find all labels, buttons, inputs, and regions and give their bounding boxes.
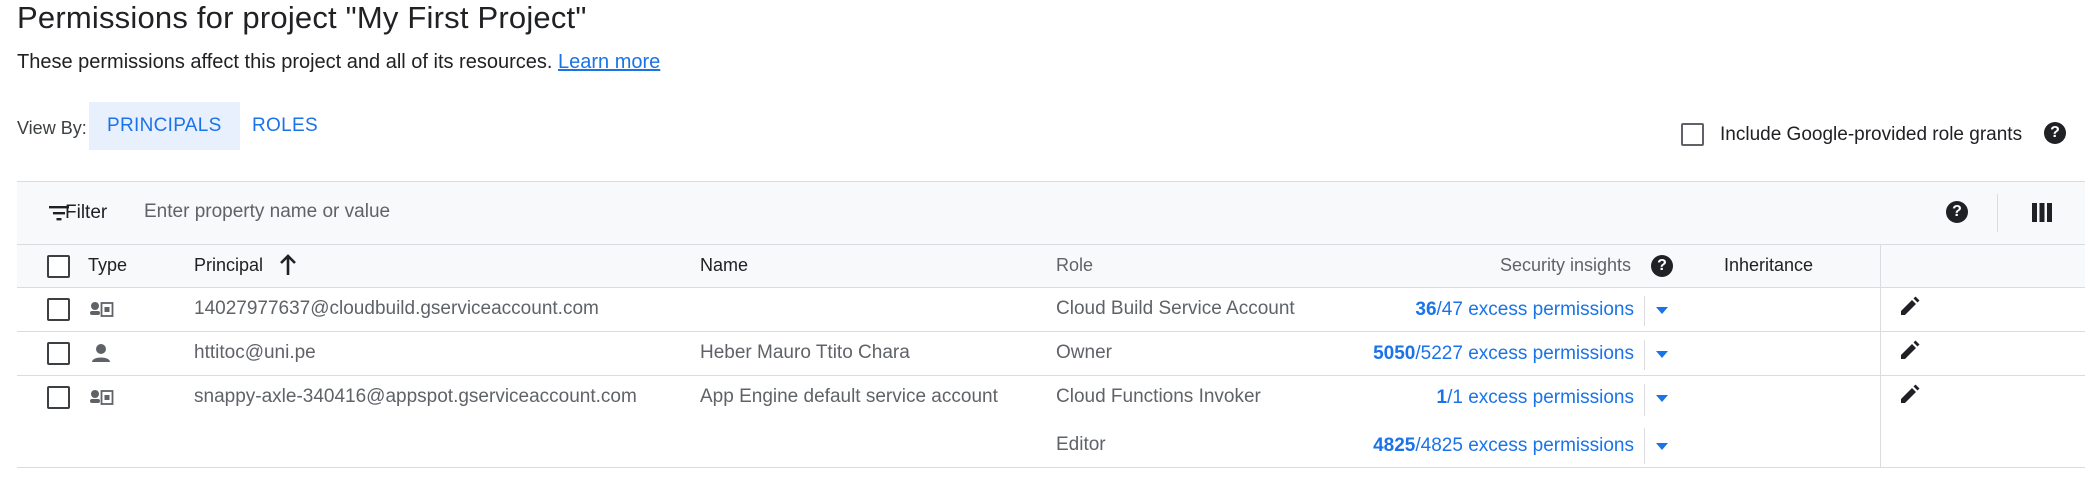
select-all-checkbox[interactable] xyxy=(47,255,70,278)
security-insight-link[interactable]: 1/1 excess permissions xyxy=(1437,387,1634,409)
filter-bar: Filter ? xyxy=(17,182,2085,244)
view-by-label: View By: xyxy=(17,118,87,138)
excess-total: /5227 excess permissions xyxy=(1415,343,1634,364)
toolbar-separator xyxy=(1997,194,1998,232)
principal-email: 14027977637@cloudbuild.gserviceaccount.c… xyxy=(194,298,599,319)
excess-total: /47 excess permissions xyxy=(1436,299,1634,320)
include-google-grants-checkbox[interactable] xyxy=(1681,123,1704,146)
chevron-down-icon[interactable] xyxy=(1656,395,1668,402)
excess-count: 36 xyxy=(1415,299,1437,320)
role-name: Cloud Functions Invoker xyxy=(1056,386,1261,407)
edit-icon[interactable] xyxy=(1898,384,1920,406)
insight-separator xyxy=(1644,296,1645,326)
table-row: httitoc@uni.pe Heber Mauro Ttito Chara O… xyxy=(17,332,2085,376)
security-insight-link[interactable]: 4825/4825 excess permissions xyxy=(1373,435,1634,457)
column-role[interactable]: Role xyxy=(1056,255,1093,276)
edit-icon[interactable] xyxy=(1898,296,1920,318)
person-icon xyxy=(92,344,110,362)
service-account-icon xyxy=(90,302,114,317)
column-principal[interactable]: Principal xyxy=(194,255,263,276)
principal-name: App Engine default service account xyxy=(700,386,998,407)
column-security-insights[interactable]: Security insights xyxy=(1500,255,1631,276)
insight-separator xyxy=(1644,428,1645,464)
filter-help-icon[interactable]: ? xyxy=(1946,201,1968,223)
service-account-icon xyxy=(90,390,114,405)
principal-email: httitoc@uni.pe xyxy=(194,342,316,363)
security-insights-help-icon[interactable]: ? xyxy=(1651,255,1673,277)
chevron-down-icon[interactable] xyxy=(1656,307,1668,314)
row-checkbox[interactable] xyxy=(47,342,70,365)
table-row: snappy-axle-340416@appspot.gserviceaccou… xyxy=(17,376,2085,468)
insight-separator xyxy=(1644,340,1645,370)
column-type[interactable]: Type xyxy=(88,255,127,276)
tab-principals[interactable]: PRINCIPALS xyxy=(89,102,240,150)
help-icon[interactable]: ? xyxy=(2044,122,2066,144)
sort-ascending-icon[interactable] xyxy=(279,254,297,276)
chevron-down-icon[interactable] xyxy=(1656,443,1668,450)
column-name[interactable]: Name xyxy=(700,255,748,276)
column-display-icon[interactable] xyxy=(2032,203,2052,222)
row-checkbox[interactable] xyxy=(47,298,70,321)
role-name: Owner xyxy=(1056,342,1112,363)
excess-count: 5050 xyxy=(1373,343,1416,364)
role-name: Editor xyxy=(1056,434,1106,455)
table-row: 14027977637@cloudbuild.gserviceaccount.c… xyxy=(17,288,2085,332)
column-inheritance[interactable]: Inheritance xyxy=(1724,255,1813,276)
insight-separator xyxy=(1644,384,1645,416)
page-title: Permissions for project "My First Projec… xyxy=(17,0,587,35)
table-header: Type Principal Name Role Security insigh… xyxy=(17,244,2085,288)
excess-count: 4825 xyxy=(1373,435,1416,456)
include-google-grants-label: Include Google-provided role grants xyxy=(1720,123,2023,145)
excess-total: /4825 excess permissions xyxy=(1415,435,1634,456)
chevron-down-icon[interactable] xyxy=(1656,351,1668,358)
row-checkbox[interactable] xyxy=(47,386,70,409)
page-description: These permissions affect this project an… xyxy=(17,51,660,74)
include-google-grants[interactable]: Include Google-provided role grants xyxy=(1681,123,2022,146)
tab-roles[interactable]: ROLES xyxy=(234,102,336,150)
role-name: Cloud Build Service Account xyxy=(1056,298,1295,319)
security-insight-link[interactable]: 36/47 excess permissions xyxy=(1415,299,1634,321)
description-text: These permissions affect this project an… xyxy=(17,51,553,73)
excess-count: 1 xyxy=(1436,387,1448,408)
security-insight-link[interactable]: 5050/5227 excess permissions xyxy=(1373,343,1634,365)
edit-icon[interactable] xyxy=(1898,340,1920,362)
filter-label[interactable]: Filter xyxy=(65,202,107,224)
principal-name: Heber Mauro Ttito Chara xyxy=(700,342,910,363)
principal-email: snappy-axle-340416@appspot.gserviceaccou… xyxy=(194,386,637,407)
filter-input[interactable] xyxy=(142,200,746,224)
learn-more-link[interactable]: Learn more xyxy=(558,51,660,73)
excess-total: /1 excess permissions xyxy=(1447,387,1634,408)
